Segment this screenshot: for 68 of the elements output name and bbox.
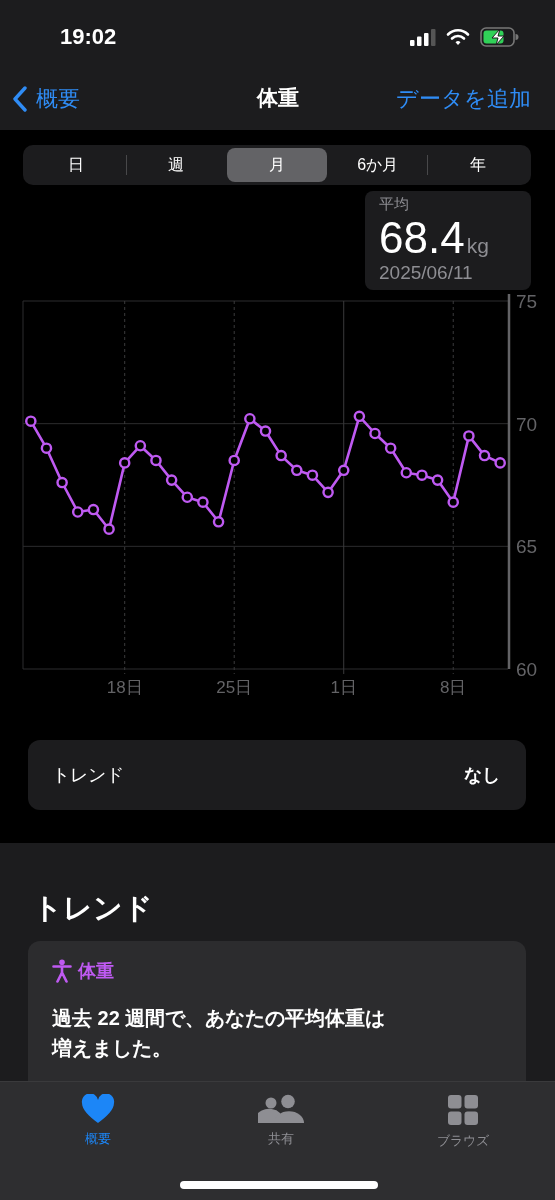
data-point [353,410,366,423]
status-time: 19:02 [60,24,117,50]
segment-tab[interactable]: 年 [428,148,528,182]
people-icon [257,1094,304,1124]
figure-icon [52,959,72,983]
back-button[interactable]: 概要 [12,84,80,114]
data-point [181,491,194,504]
data-point [118,457,131,469]
signal-icon [410,28,436,46]
y-axis-label: 65 [516,536,538,558]
x-axis-label: 8日 [440,678,467,697]
data-point [463,430,475,442]
data-point [478,449,491,462]
y-axis-label: 70 [516,413,538,435]
data-point [494,457,506,469]
heart-icon [81,1094,115,1124]
data-point [369,427,381,440]
data-point [71,506,84,518]
data-point [25,415,37,427]
data-point [275,449,287,462]
data-point [400,466,413,479]
summary-label: 平均 [379,195,410,214]
segment-tab[interactable]: 6か月 [327,148,428,182]
segment-tab[interactable]: 日 [26,148,126,182]
summary-unit: kg [466,234,489,258]
segment-tab[interactable]: 週 [126,148,227,182]
grid-icon [447,1094,479,1126]
section-heading: トレンド [33,891,154,926]
summary-value: 68.4 [379,214,465,262]
data-point [103,523,115,535]
data-point [306,469,319,481]
tab-bar-item[interactable]: 共有 [230,1082,331,1200]
screen-title: 体重 [256,86,299,109]
data-point [337,464,350,477]
tab-bar-item[interactable]: ブラウズ [413,1082,513,1200]
trend-label: トレンド [52,764,124,787]
trend-value: なし [464,764,500,787]
data-point [150,454,162,467]
x-axis-label: 25日 [216,678,253,697]
y-axis-label: 60 [516,659,538,680]
data-point [447,496,460,508]
data-point [212,516,225,528]
data-point [134,439,147,452]
data-point [165,474,178,486]
data-point [259,425,272,437]
summary-date: 2025/06/11 [379,262,474,284]
tab-bar-item[interactable]: 概要 [48,1082,148,1200]
add-data-button[interactable]: データを追加 [396,84,531,114]
data-point [384,442,397,454]
chevron-left-icon [12,86,28,112]
y-axis-label: 75 [516,294,538,312]
data-point [56,476,68,489]
data-point [228,454,240,467]
data-point [197,496,209,508]
wifi-icon [446,28,470,46]
data-point [431,474,444,486]
data-point [291,464,303,477]
data-point [40,442,53,454]
battery-charging-icon [480,27,519,47]
card-category: 体重 [78,960,114,983]
data-point [244,412,256,425]
x-axis-label: 18日 [106,678,143,697]
data-point [322,486,334,499]
data-point [416,469,428,481]
data-point [87,503,100,516]
segment-tab[interactable]: 月 [227,148,327,182]
trend-description: 過去 22 週間で、あなたの平均体重は増えました。 [52,1006,387,1061]
x-axis-label: 1日 [330,678,357,697]
